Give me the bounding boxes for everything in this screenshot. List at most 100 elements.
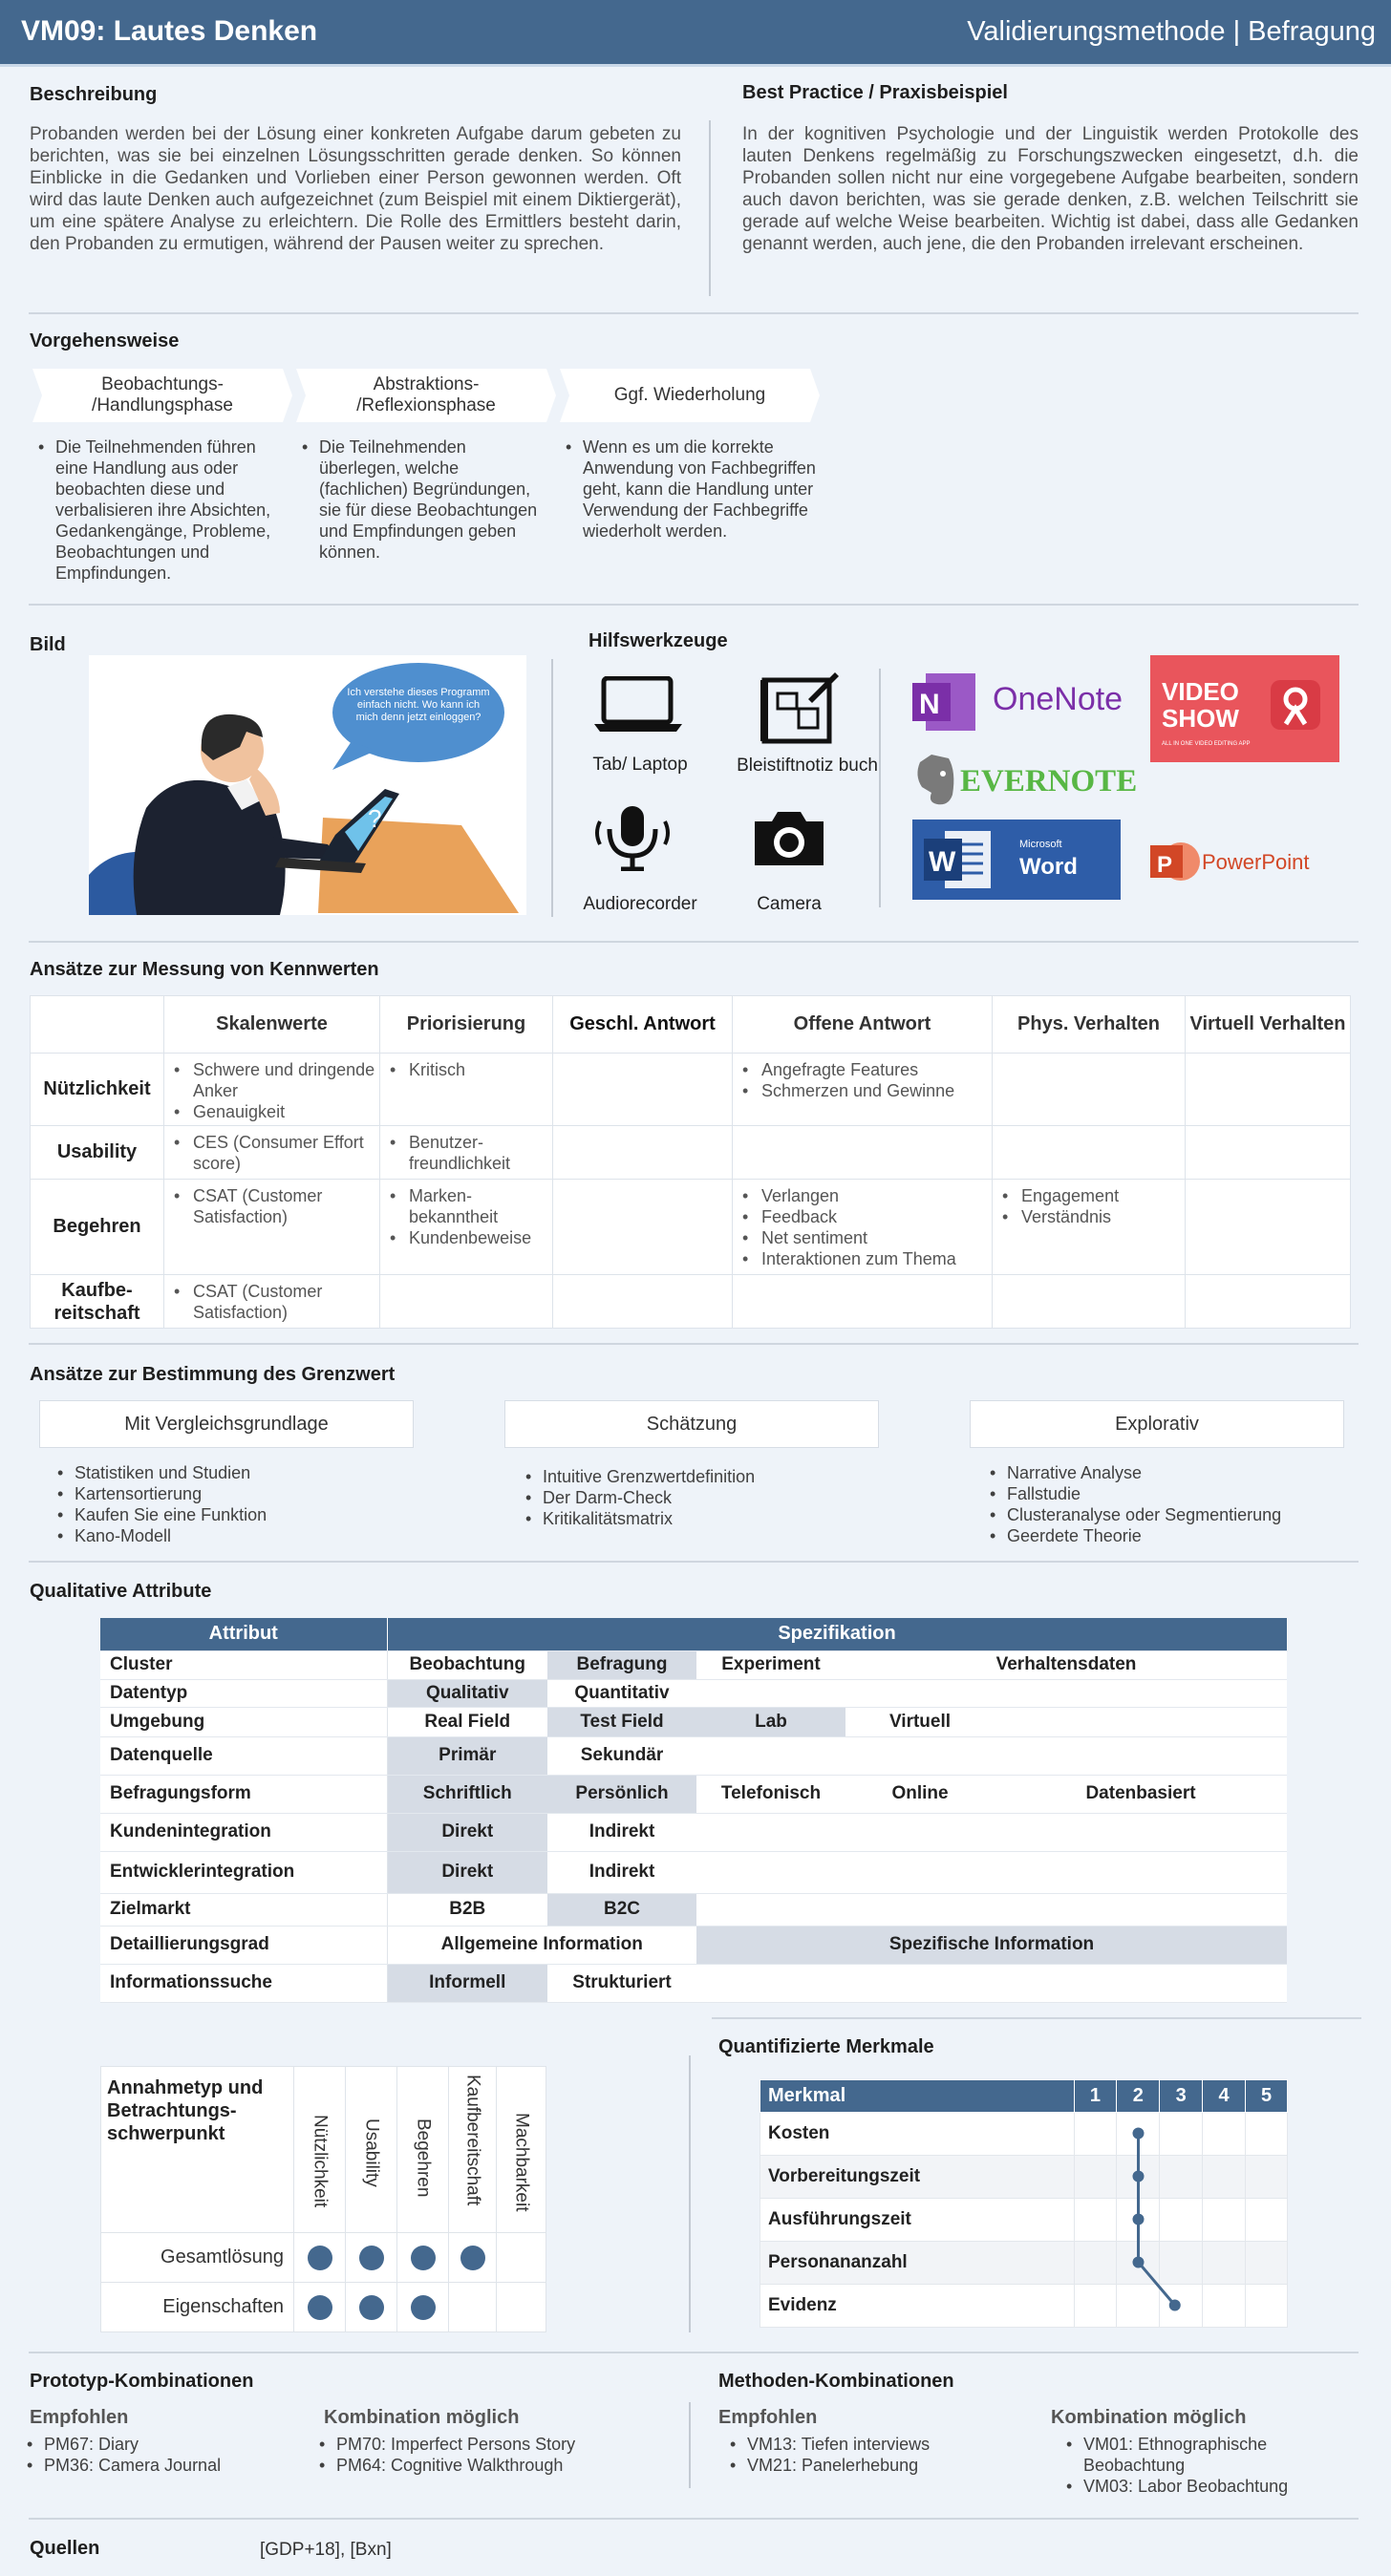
kombination-label: Kombination möglich bbox=[324, 2407, 520, 2428]
laptop-icon bbox=[592, 675, 688, 734]
kombination-label: Kombination möglich bbox=[1051, 2407, 1247, 2428]
prototyp-moeglich-list: PM70: Imperfect Persons StoryPM64: Cogni… bbox=[311, 2434, 655, 2476]
quantifiziert-heading: Quantifizierte Merkmale bbox=[718, 2036, 934, 2057]
empfohlen-label: Empfohlen bbox=[30, 2407, 129, 2428]
table-row: Cluster Beobachtung Befragung Experiment Ver… bbox=[100, 1650, 1288, 1680]
column-header: Geschl. Antwort bbox=[552, 995, 733, 1054]
empfohlen-label: Empfohlen bbox=[718, 2407, 818, 2428]
page-header: VM09: Lautes Denken Validierungsmethode … bbox=[0, 0, 1391, 67]
table-row: Usability CES (Consumer Effort score) Be… bbox=[30, 1125, 1351, 1180]
step-chevron-2: Abstraktions- /Reflexionsphase bbox=[296, 369, 556, 422]
beschreibung-heading: Beschreibung bbox=[30, 84, 158, 105]
rating-point bbox=[1168, 2299, 1181, 2311]
sketchbook-icon bbox=[760, 671, 841, 745]
tool-label: Bleistiftnotiz buch bbox=[737, 756, 878, 776]
step-description-1: Die Teilnehmenden führen eine Handlung a… bbox=[31, 436, 281, 584]
methoden-heading: Methoden-Kombinationen bbox=[718, 2371, 954, 2392]
divider bbox=[689, 2402, 691, 2488]
svg-text:W: W bbox=[929, 846, 956, 878]
rating-point bbox=[1132, 2213, 1145, 2225]
rating-point bbox=[1132, 2127, 1145, 2140]
quellen-text: [GDP+18], [Bxn] bbox=[260, 2540, 392, 2560]
hilfswerkzeuge-heading: Hilfswerkzeuge bbox=[588, 630, 728, 651]
table-row: Datentyp Qualitativ Quantitativ bbox=[100, 1679, 1288, 1708]
table-row: Detaillierungsgrad Allgemeine Information… bbox=[100, 1926, 1288, 1965]
filled-dot bbox=[358, 2294, 384, 2320]
rating-line bbox=[1132, 2127, 1181, 2311]
evernote-logo: EVERNOTE bbox=[910, 753, 1137, 810]
methoden-moeglich-list: VM01: Ethnographische BeobachtungVM03: L… bbox=[1059, 2434, 1345, 2497]
quellen-heading: Quellen bbox=[30, 2538, 100, 2559]
svg-text:P: P bbox=[1157, 852, 1172, 878]
svg-text:N: N bbox=[919, 689, 940, 720]
matrix-row: Gesamtlösung bbox=[100, 2232, 546, 2283]
section-divider bbox=[712, 2017, 1361, 2019]
onenote-logo: N OneNote bbox=[910, 668, 1130, 734]
matrix-corner-label: Annahmetyp und Betrachtungs-schwerpunkt bbox=[100, 2066, 294, 2233]
column-header: Virtuell Verhalten bbox=[1185, 995, 1351, 1054]
table-row: Informationssuche Informell Strukturiert bbox=[100, 1964, 1288, 2003]
step-chevron-1: Beobachtungs- /Handlungsphase bbox=[32, 369, 292, 422]
grenzwert-category: Mit Vergleichsgrundlage bbox=[39, 1400, 414, 1448]
kennwerte-table: Skalenwerte Priorisierung Geschl. Antwor… bbox=[30, 995, 1351, 1329]
step-description-3: Wenn es um die korrekte Anwendung von Fa… bbox=[558, 436, 818, 542]
grenzwert-category: Explorativ bbox=[970, 1400, 1344, 1448]
qualitative-attribute-table: Attribut Spezifikation Cluster Beobachtung… bbox=[100, 1618, 1288, 2003]
table-row: Entwicklerintegration Direkt Indirekt bbox=[100, 1851, 1288, 1894]
tool-label: Tab/ Laptop bbox=[592, 755, 688, 775]
section-divider bbox=[29, 2352, 1359, 2353]
divider bbox=[689, 2055, 691, 2332]
divider bbox=[709, 120, 711, 296]
prototyp-empfohlen-list: PM67: DiaryPM36: Camera Journal bbox=[19, 2434, 306, 2476]
bild-heading: Bild bbox=[30, 634, 66, 655]
table-row: Kaufbe-reitschaft CSAT (Customer Satisfa… bbox=[30, 1274, 1351, 1329]
grenzwert-heading: Ansätze zur Bestimmung des Grenzwert bbox=[30, 1364, 396, 1385]
divider bbox=[879, 669, 881, 907]
qualitative-heading: Qualitative Attribute bbox=[30, 1581, 212, 1602]
grenzwert-list: Intuitive GrenzwertdefinitionDer Darm-Ch… bbox=[518, 1466, 900, 1529]
illustration-person-laptop: ? Ich verstehe dieses Programm einfach n… bbox=[89, 655, 526, 915]
filled-dot bbox=[410, 2294, 436, 2320]
filled-dot bbox=[460, 2245, 485, 2270]
column-header: Phys. Verhalten bbox=[992, 995, 1186, 1054]
powerpoint-logo: P PowerPoint bbox=[1148, 836, 1349, 893]
section-divider bbox=[29, 941, 1359, 943]
camera-icon bbox=[751, 808, 827, 869]
vorgehensweise-heading: Vorgehensweise bbox=[30, 330, 180, 351]
kennwerte-heading: Ansätze zur Messung von Kennwerten bbox=[30, 959, 379, 980]
table-row: Datenquelle Primär Sekundär bbox=[100, 1736, 1288, 1776]
table-row: Zielmarkt B2B B2C bbox=[100, 1893, 1288, 1927]
filled-dot bbox=[307, 2294, 332, 2320]
page-title: VM09: Lautes Denken bbox=[21, 15, 318, 47]
column-header: Offene Antwort bbox=[732, 995, 993, 1054]
tool-label: Camera bbox=[757, 894, 822, 914]
column-header: Priorisierung bbox=[379, 995, 553, 1054]
rating-point bbox=[1132, 2256, 1145, 2268]
step-description-2: Die Teilnehmenden überlegen, welche (fac… bbox=[294, 436, 545, 563]
divider bbox=[551, 659, 553, 917]
step-chevron-3: Ggf. Wiederholung bbox=[560, 369, 820, 422]
grenzwert-list: Narrative AnalyseFallstudieClusteranalys… bbox=[982, 1462, 1364, 1546]
matrix-row: Eigenschaften bbox=[100, 2282, 546, 2332]
section-divider bbox=[29, 1561, 1359, 1563]
best-practice-text: In der kognitiven Psychologie und der Li… bbox=[742, 124, 1359, 254]
filled-dot bbox=[410, 2245, 436, 2270]
methoden-empfohlen-list: VM13: Tiefen interviewsVM21: Panelerhebu… bbox=[722, 2434, 1009, 2476]
method-category: Validierungsmethode | Befragung bbox=[967, 16, 1376, 47]
table-row: Begehren CSAT (Customer Satisfaction) Ma… bbox=[30, 1179, 1351, 1275]
annahmetyp-matrix: Annahmetyp und Betrachtungs-schwerpunkt … bbox=[100, 2066, 546, 2332]
table-row: Umgebung Real Field Test Field Lab Virtuell bbox=[100, 1707, 1288, 1737]
table-row: Nützlichkeit Schwere und dringende Anker… bbox=[30, 1053, 1351, 1126]
prototyp-heading: Prototyp-Kombinationen bbox=[30, 2371, 254, 2392]
rating-point bbox=[1132, 2170, 1145, 2182]
quantified-features-chart: Merkmal 1 2 3 4 5 Kosten Vorbereitungszeit Au… bbox=[760, 2079, 1288, 2330]
best-practice-heading: Best Practice / Praxisbeispiel bbox=[742, 82, 1008, 103]
microphone-icon bbox=[590, 804, 674, 872]
svg-text:?: ? bbox=[368, 804, 381, 833]
table-row: Befragungsform Schriftlich Persönlich Telef… bbox=[100, 1775, 1288, 1814]
grenzwert-list: Statistiken und StudienKartensortierungK… bbox=[50, 1462, 432, 1546]
speech-bubble-text: Ich verstehe dieses Programm einfach nic… bbox=[347, 687, 490, 723]
filled-dot bbox=[307, 2245, 332, 2270]
tool-label: Audiorecorder bbox=[583, 894, 697, 914]
section-divider bbox=[29, 312, 1359, 314]
